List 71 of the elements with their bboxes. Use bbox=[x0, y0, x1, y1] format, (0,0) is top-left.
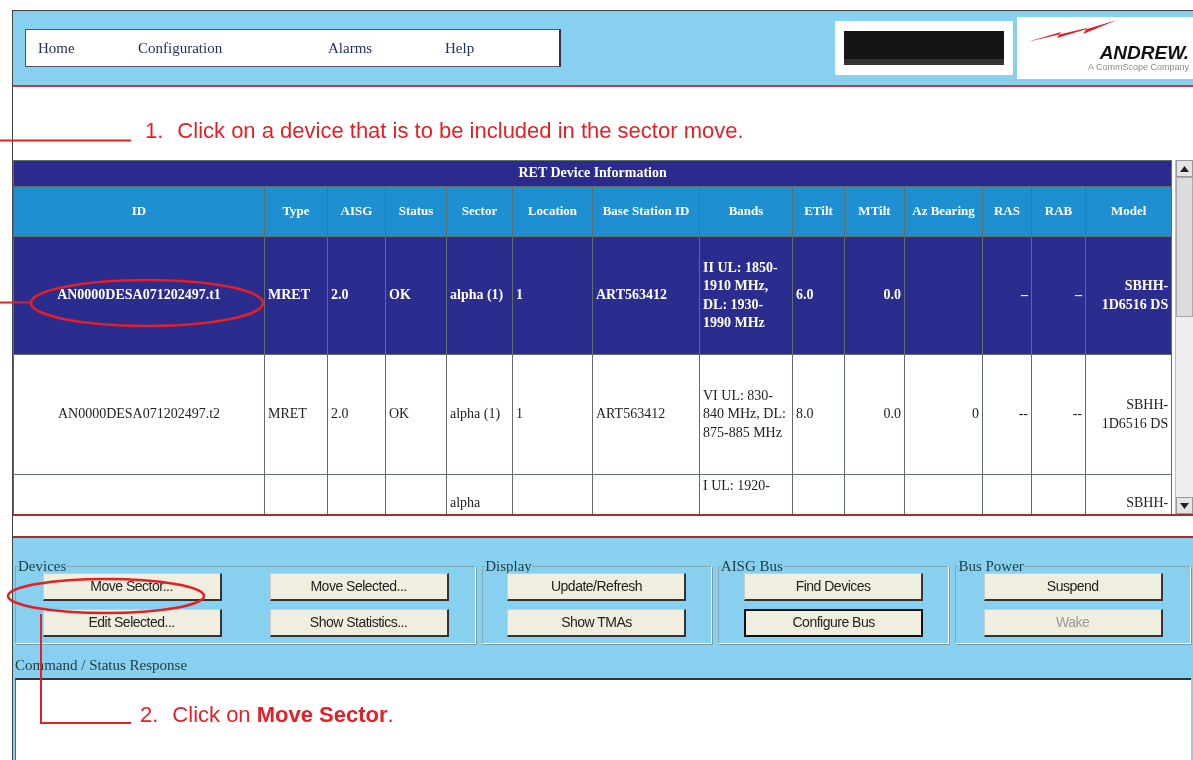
table-cell: -- bbox=[1072, 406, 1082, 422]
column-header[interactable]: Sector bbox=[446, 186, 513, 237]
group-legend: Devices bbox=[18, 558, 67, 575]
instruction-text: Click on a device that is to be included in the sector move. bbox=[177, 120, 744, 142]
menu-link[interactable]: Alarms bbox=[328, 36, 445, 60]
column-header[interactable]: Location bbox=[512, 186, 593, 237]
table-title: RET Device Information bbox=[13, 160, 1172, 187]
table-row[interactable]: alpha I UL: 1920- SBHH- bbox=[13, 474, 1172, 514]
table-cell: OK bbox=[389, 406, 410, 422]
action-button[interactable]: Find Devices bbox=[744, 572, 924, 601]
column-header[interactable]: AISG bbox=[327, 186, 386, 237]
action-button[interactable]: Move Sector... bbox=[42, 572, 222, 601]
action-button[interactable]: Show Statistics... bbox=[269, 608, 449, 637]
instruction-text: Click on Move Sector. bbox=[172, 704, 394, 726]
table-cell: ART563412 bbox=[596, 287, 668, 303]
table-cell: – bbox=[1075, 287, 1082, 303]
table-cell: OK bbox=[389, 287, 411, 303]
menu-link[interactable]: Help bbox=[445, 36, 505, 60]
selected-table-row[interactable]: AN0000DESA071202497.t1 MRET 2.0 OK alpha (1) 1 ART563412 II UL: 1850-1910 MHz, DL: 1930-1990 MHz 6.0 0.0 – – SBHH-1D6516 DS bbox=[13, 236, 1172, 355]
logo-wordmark: ANDREW. bbox=[1099, 43, 1189, 63]
group-legend: Display bbox=[485, 558, 532, 575]
table-cell: 1 bbox=[516, 406, 523, 422]
step-number: 2. bbox=[140, 704, 159, 726]
table-row[interactable]: AN0000DESA071202497.t2 MRET 2.0 OK alpha (1) 1 ART563412 VI UL: 830-840 MHz, DL: 875-885 MHz 8.0 0.0 0 -- -- SBHH-1D6516 DS bbox=[13, 354, 1172, 475]
table-cell: 0.0 bbox=[883, 287, 901, 303]
action-button[interactable]: Configure Bus bbox=[744, 608, 924, 637]
table-cell: – bbox=[1021, 287, 1028, 303]
table-cell: ART563412 bbox=[596, 406, 666, 422]
column-header[interactable]: RAB bbox=[1031, 186, 1086, 237]
table-cell: 0.0 bbox=[883, 406, 901, 422]
action-button[interactable]: Move Selected... bbox=[269, 572, 449, 601]
column-header[interactable]: Bands bbox=[699, 186, 793, 237]
table-cell: SBHH-1D6516 DS bbox=[1101, 278, 1169, 312]
table-cell: SBHH- bbox=[1126, 494, 1169, 510]
column-header[interactable]: Base Station ID bbox=[592, 186, 700, 237]
table-cell: I UL: 1920- bbox=[703, 478, 770, 493]
table-cell: 8.0 bbox=[796, 406, 814, 422]
menu-link[interactable]: Home bbox=[38, 36, 138, 60]
table-cell: AN0000DESA071202497.t1 bbox=[57, 287, 221, 303]
action-button[interactable]: Suspend bbox=[983, 572, 1163, 601]
action-button[interactable]: Show TMAs bbox=[507, 608, 687, 637]
table-cell: II UL: 1850-1910 MHz, DL: 1930-1990 MHz bbox=[703, 260, 778, 330]
group-legend: AISG Bus bbox=[720, 558, 783, 575]
table-cell: alpha (1) bbox=[450, 406, 501, 422]
table-cell: alpha (1) bbox=[450, 287, 504, 303]
table-cell: alpha bbox=[450, 494, 481, 510]
table-cell: AN0000DESA071202497.t2 bbox=[57, 406, 221, 422]
action-button[interactable]: Update/Refresh bbox=[507, 572, 687, 601]
table-cell: MRET bbox=[268, 406, 307, 422]
table-cell: 1 bbox=[516, 287, 523, 303]
table-cell: 0 bbox=[972, 406, 979, 422]
table-cell: VI UL: 830-840 MHz, DL: 875-885 MHz bbox=[703, 388, 786, 440]
menu-link[interactable]: Configuration bbox=[138, 36, 328, 60]
column-header[interactable]: RAS bbox=[982, 186, 1032, 237]
column-header[interactable]: Model bbox=[1085, 186, 1172, 237]
table-cell: 2.0 bbox=[331, 287, 349, 303]
table-cell: SBHH-1D6516 DS bbox=[1101, 397, 1169, 431]
column-header[interactable]: ID bbox=[13, 186, 265, 237]
column-header[interactable]: Status bbox=[385, 186, 447, 237]
column-header[interactable]: MTilt bbox=[844, 186, 905, 237]
step-number: 1. bbox=[145, 120, 164, 142]
column-header[interactable]: ETilt bbox=[792, 186, 845, 237]
table-cell: 6.0 bbox=[796, 287, 814, 303]
action-button[interactable]: Edit Selected... bbox=[42, 608, 222, 637]
table-cell: MRET bbox=[268, 287, 310, 303]
table-cell: -- bbox=[1018, 406, 1028, 422]
logo-tagline: A CommScope Company bbox=[1087, 62, 1189, 73]
group-legend: Bus Power bbox=[958, 558, 1024, 575]
table-cell: 2.0 bbox=[331, 406, 349, 422]
column-header[interactable]: Type bbox=[264, 186, 328, 237]
column-header[interactable]: Az Bearing bbox=[904, 186, 983, 237]
